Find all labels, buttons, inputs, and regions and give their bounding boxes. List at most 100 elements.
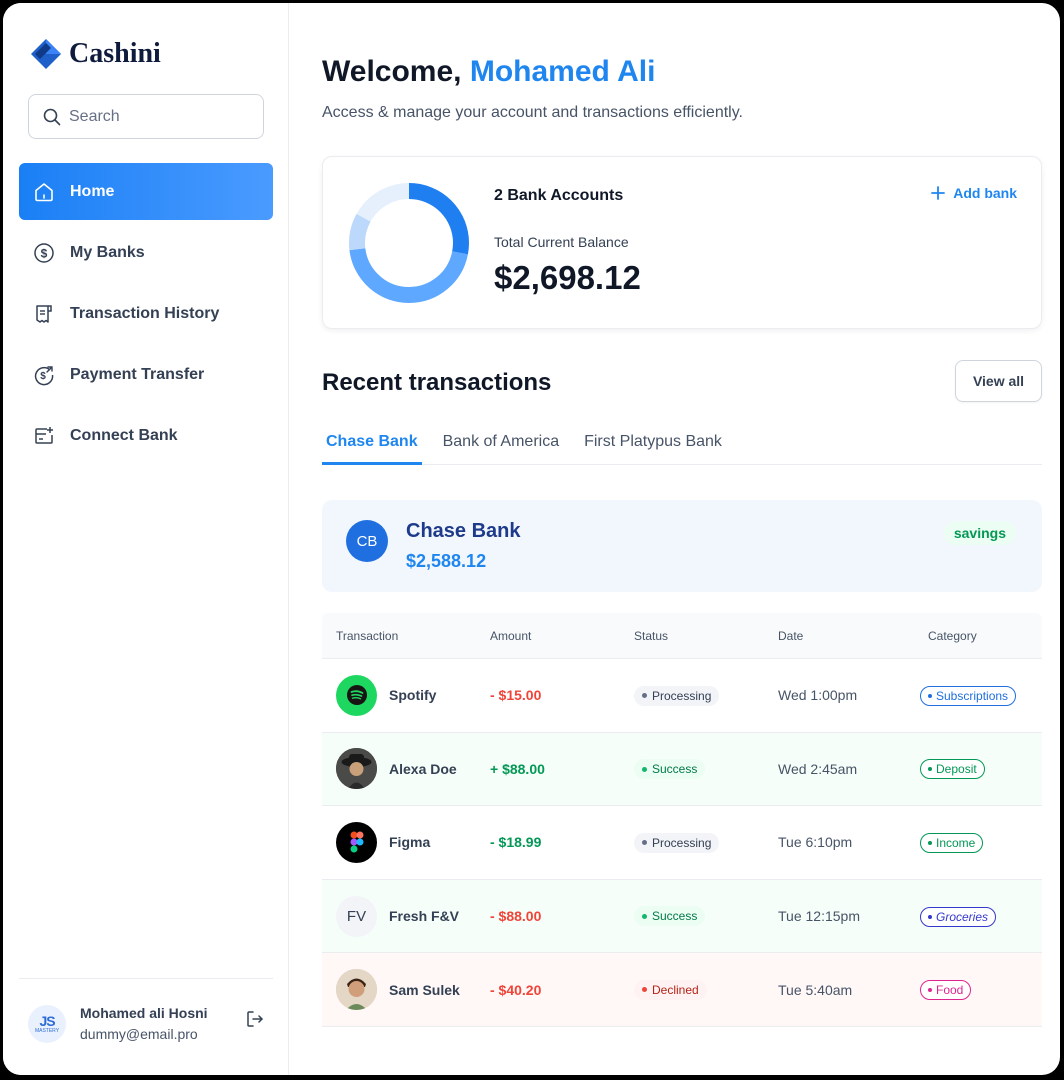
status-dot	[642, 693, 647, 699]
transaction-date: Tue 5:40am	[778, 981, 853, 998]
plus-icon	[931, 186, 946, 200]
column-header-category: Category	[928, 628, 977, 643]
transaction-name: Alexa Doe	[389, 760, 457, 777]
status-dot	[642, 840, 647, 846]
view-all-button[interactable]: View all	[955, 360, 1042, 402]
transaction-cell: Sam Sulek	[322, 969, 476, 1011]
status-badge: Processing	[634, 685, 720, 706]
status-badge: Declined	[634, 979, 707, 1000]
logout-icon[interactable]	[245, 1009, 265, 1034]
alexa-avatar-icon	[336, 748, 377, 790]
transaction-name: Spotify	[389, 687, 437, 704]
main-content: Welcome, Mohamed Ali Access & manage you…	[289, 3, 1060, 1075]
card-add-icon	[32, 424, 56, 448]
recent-transactions-title: Recent transactions	[322, 369, 552, 396]
search-input[interactable]	[69, 107, 239, 126]
category-cell: Groceries	[908, 906, 1042, 927]
sidebar-item-my-banks[interactable]: $ My Banks	[19, 224, 273, 281]
table-row[interactable]: Spotify - $15.00 Processing Wed 1:00pm S…	[322, 659, 1042, 733]
transaction-date: Wed 2:45am	[778, 760, 858, 777]
transaction-amount: - $15.00	[490, 687, 542, 704]
category-badge: Deposit	[920, 759, 985, 780]
sidebar-item-home[interactable]: Home	[19, 163, 273, 220]
tab-bank-of-america[interactable]: Bank of America	[439, 427, 564, 465]
account-type-badge: savings	[943, 521, 1016, 545]
status-label: Processing	[652, 688, 712, 703]
user-email: dummy@email.pro	[80, 1026, 198, 1042]
sidebar-item-label: Transaction History	[70, 304, 220, 322]
category-cell: Food	[908, 979, 1042, 1001]
status-cell: Processing	[620, 685, 764, 706]
status-cell: Success	[620, 759, 764, 780]
status-label: Success	[652, 909, 698, 924]
bank-count: 2 Bank Accounts	[494, 187, 624, 204]
page-title: Welcome, Mohamed Ali	[322, 55, 655, 89]
welcome-user-name: Mohamed Ali	[469, 55, 656, 88]
status-label: Declined	[652, 982, 699, 997]
balance-donut-chart	[349, 183, 469, 303]
avatar-subtext: MASTERY	[34, 1028, 60, 1034]
receipt-icon	[32, 302, 56, 326]
column-header-date: Date	[778, 628, 804, 643]
welcome-prefix: Welcome,	[322, 55, 462, 88]
money-send-icon: $	[32, 363, 56, 387]
category-dot	[928, 767, 932, 772]
sidebar-item-transaction-history[interactable]: Transaction History	[19, 285, 273, 342]
transaction-amount: - $40.20	[490, 981, 542, 998]
status-label: Processing	[652, 835, 712, 850]
figma-logo-icon	[336, 821, 377, 863]
sidebar-item-payment-transfer[interactable]: $ Payment Transfer	[19, 346, 273, 403]
transaction-cell: Figma	[322, 821, 476, 863]
transaction-date: Tue 6:10pm	[778, 834, 853, 851]
category-cell: Deposit	[908, 758, 1042, 780]
tab-chase-bank[interactable]: Chase Bank	[322, 427, 422, 465]
total-balance-value: $2,698.12	[494, 259, 641, 296]
total-balance-label: Total Current Balance	[494, 234, 629, 250]
search-box[interactable]	[28, 94, 264, 139]
status-dot	[642, 913, 647, 919]
status-cell: Processing	[620, 832, 764, 853]
table-row[interactable]: Figma - $18.99 Processing Tue 6:10pm Inc…	[322, 806, 1042, 880]
category-dot	[928, 988, 932, 993]
add-bank-button[interactable]: Add bank	[931, 185, 1017, 201]
category-cell: Income	[908, 832, 1042, 853]
table-row[interactable]: Sam Sulek - $40.20 Declined Tue 5:40am F…	[322, 953, 1042, 1027]
dollar-circle-icon: $	[32, 241, 56, 265]
status-badge: Success	[634, 759, 706, 780]
transaction-name: Fresh F&V	[389, 908, 460, 925]
status-badge: Processing	[634, 832, 720, 853]
sidebar-item-label: Payment Transfer	[70, 365, 205, 383]
bank-tabs: Chase Bank Bank of America First Platypu…	[322, 427, 1042, 465]
transaction-name: Sam Sulek	[389, 981, 460, 998]
avatar[interactable]: JS MASTERY	[28, 1005, 66, 1043]
transaction-cell: Spotify	[322, 674, 476, 716]
transactions-table: Transaction Amount Status Date Category …	[322, 613, 1042, 1027]
transaction-cell: FV Fresh F&V	[322, 895, 476, 937]
add-bank-label: Add bank	[953, 185, 1017, 201]
status-cell: Declined	[620, 979, 764, 1000]
table-row[interactable]: FV Fresh F&V - $88.00 Success Tue 12:15p…	[322, 879, 1042, 954]
table-row[interactable]: Alexa Doe + $88.00 Success Wed 2:45am De…	[322, 732, 1042, 807]
spotify-logo-icon	[336, 674, 377, 716]
status-cell: Success	[620, 906, 764, 927]
bank-name: Chase Bank	[406, 520, 521, 542]
category-dot	[928, 840, 932, 845]
logo-icon	[31, 39, 61, 69]
tab-first-platypus-bank[interactable]: First Platypus Bank	[580, 427, 726, 465]
sidebar-nav: Home $ My Banks Transaction History $ Pa…	[19, 163, 273, 468]
svg-text:$: $	[41, 246, 48, 260]
transaction-amount: - $18.99	[490, 834, 542, 851]
transaction-amount: - $88.00	[490, 908, 542, 925]
category-dot	[928, 693, 932, 698]
logo-text: Cashini	[69, 38, 161, 69]
sidebar-footer: JS MASTERY Mohamed ali Hosni dummy@email…	[19, 978, 273, 1075]
merchant-initials-avatar: FV	[336, 895, 377, 937]
status-badge: Success	[634, 906, 706, 927]
category-label: Groceries	[936, 909, 989, 924]
sidebar-item-connect-bank[interactable]: Connect Bank	[19, 407, 273, 464]
logo[interactable]: Cashini	[29, 37, 161, 71]
table-header: Transaction Amount Status Date Category	[322, 613, 1042, 659]
status-label: Success	[652, 762, 698, 777]
status-dot	[642, 987, 647, 993]
category-label: Deposit	[936, 762, 977, 777]
